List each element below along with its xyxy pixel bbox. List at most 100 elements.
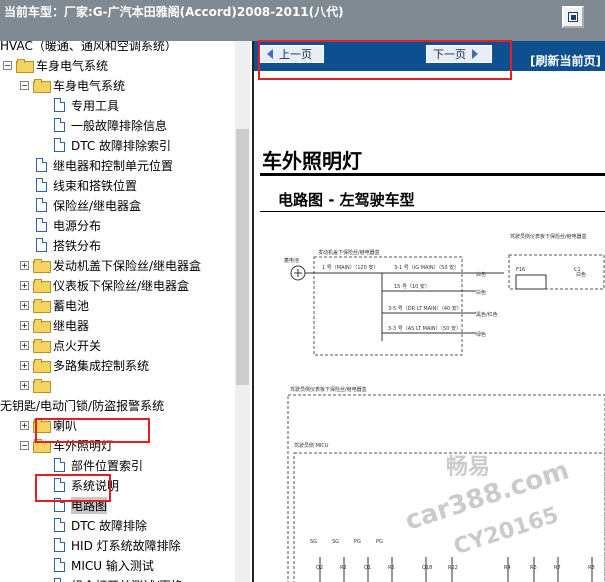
document-icon (36, 178, 47, 192)
arrow-right-icon (472, 49, 478, 59)
tree-item-label: 电源分布 (53, 218, 102, 233)
document-icon (36, 218, 47, 232)
document-icon (54, 518, 65, 532)
tree-item[interactable]: 专用工具 (54, 95, 119, 115)
tree-item[interactable]: − 车身电气系统 (3, 55, 108, 75)
arrow-left-icon (267, 49, 273, 59)
tree-item[interactable]: + 发动机盖下保险丝/继电器盒 (20, 255, 201, 275)
next-page-button[interactable]: 下一页 (426, 45, 492, 63)
tree-item[interactable]: + 点火开关 (20, 335, 101, 355)
expand-icon[interactable]: + (20, 340, 29, 350)
tree-item-label: 搭铁分布 (53, 238, 102, 253)
folder-icon (33, 339, 51, 353)
expand-icon[interactable]: + (20, 380, 29, 390)
document-icon (54, 498, 65, 512)
pin-label: R22 (448, 565, 458, 571)
document-icon (54, 138, 65, 152)
tree-item-label: 继电器和控制单元位置 (53, 158, 174, 173)
tree-item[interactable]: DTC 故障排除索引 (54, 135, 171, 155)
pin-label: R6 (530, 565, 537, 571)
tree-item-label: 线束和搭铁位置 (53, 178, 138, 193)
tree-item-label: 车外照明灯 (53, 438, 114, 453)
tree-item-label: HID 灯系统故障排除 (71, 538, 181, 553)
tree-item-label: 仪表板下保险丝/继电器盒 (53, 278, 190, 293)
tree-item[interactable]: + 继电器 (20, 315, 89, 335)
tree-scrollbar[interactable] (235, 41, 250, 582)
micu-label: 驾驶员侧 MICU (294, 442, 329, 449)
expand-icon[interactable]: + (20, 420, 29, 430)
wire-white-2: 白色 (476, 289, 486, 296)
tree-item[interactable]: 电路图 (54, 495, 108, 515)
folder-icon (33, 259, 51, 273)
collapse-icon[interactable]: − (3, 60, 12, 70)
tree-item[interactable]: 一般故障排除信息 (54, 115, 167, 135)
wire-white-1: 白色 (476, 271, 486, 278)
pin-label: R2 (340, 565, 347, 571)
pin-label: R4 (504, 565, 511, 571)
tree-item[interactable]: + 仪表板下保险丝/继电器盒 (20, 275, 189, 295)
tree-item[interactable]: + 喇叭 (20, 415, 77, 435)
tree-item[interactable]: 部件位置索引 (54, 455, 143, 475)
tree-item[interactable]: MICU 输入测试 (54, 555, 154, 575)
tree-item[interactable]: + (20, 375, 53, 395)
tree-item-label: HVAC（暖通、通风和空调系统） (0, 41, 177, 53)
box2-label: 驾驶员侧仪表板下保险丝/继电器盒 (510, 233, 587, 240)
folder-open-icon (16, 59, 34, 73)
tree-item-label: 一般故障排除信息 (71, 118, 168, 133)
tree-item-label: 专用工具 (71, 98, 120, 113)
tree-item-label: 蓄电池 (53, 298, 90, 313)
wire-black-red: 黑色/红色 (476, 311, 498, 318)
connector-label: PG (354, 539, 361, 545)
document-icon (54, 578, 65, 582)
collapse-icon[interactable]: − (20, 80, 29, 90)
subtitle-divider (260, 211, 605, 212)
tree-item[interactable]: 继电器和控制单元位置 (36, 155, 173, 175)
tree-item[interactable]: + 蓄电池 (20, 295, 89, 315)
document-icon (36, 158, 47, 172)
tree-item[interactable]: HID 灯系统故障排除 (54, 535, 181, 555)
tree-item[interactable]: 系统说明 (54, 475, 119, 495)
tree-item[interactable]: − 车身电气系统 (20, 75, 125, 95)
folder-open-icon (33, 79, 51, 93)
document-navbar: 上一页 下一页 [刷新当前页] (254, 41, 605, 71)
expand-icon[interactable]: + (20, 320, 29, 330)
document-pane: 上一页 下一页 [刷新当前页] 车外照明灯 电路图 - 左驾驶车型 发动机盖下保… (252, 41, 605, 582)
tree-item-label: 电路图 (71, 496, 108, 514)
next-page-label: 下一页 (433, 48, 466, 61)
tree-scrollbar-thumb[interactable] (236, 129, 249, 385)
watermark-line1: 畅易 (446, 455, 491, 480)
expand-icon[interactable]: + (20, 360, 29, 370)
expand-icon[interactable]: + (20, 260, 29, 270)
tree-item[interactable]: 线束和搭铁位置 (36, 175, 137, 195)
tree-item-label: 多路集成控制系统 (53, 358, 150, 373)
document-icon (54, 458, 65, 472)
tree-item[interactable]: DTC 故障排除 (54, 515, 147, 535)
tree-item-label: 喇叭 (53, 418, 78, 433)
tree-item-label: DTC 故障排除索引 (71, 138, 172, 153)
tree-item[interactable]: − 车外照明灯 (20, 435, 113, 455)
refresh-page-link[interactable]: [刷新当前页] (530, 52, 601, 69)
tree-item[interactable]: 保险丝/继电器盒 (36, 195, 141, 215)
document-icon (54, 118, 65, 132)
tree-item[interactable]: HVAC（暖通、通风和空调系统） (0, 41, 177, 55)
window-title: 当前车型：厂家:G-广汽本田雅阁(Accord)2008-2011(八代) (4, 5, 344, 19)
navigation-tree: HVAC（暖通、通风和空调系统） − 车身电气系统 − 车身电气系统专用工具一般故障排除… (0, 41, 235, 582)
tree-item-label: 部件位置索引 (71, 458, 144, 473)
folder-icon (33, 299, 51, 313)
wire-green: 绿色 (476, 331, 486, 338)
tree-item[interactable]: 组合灯开关测试/更换 (54, 575, 183, 582)
tree-item[interactable]: 电源分布 (36, 215, 101, 235)
fuse2-label: 3-1 号（IG MAIN）（50 安） (394, 264, 459, 271)
collapse-icon[interactable]: − (20, 440, 29, 450)
window-restore-icon[interactable] (562, 6, 584, 28)
prev-page-label: 上一页 (279, 48, 312, 61)
tree-item[interactable]: 无钥匙/电动门锁/防盗报警系统 (0, 395, 164, 415)
tree-item[interactable]: 搭铁分布 (36, 235, 101, 255)
tree-item[interactable]: + 多路集成控制系统 (20, 355, 149, 375)
prev-page-button[interactable]: 上一页 (260, 45, 324, 63)
fuse3-label: 15 号（10 安） (394, 283, 430, 290)
expand-icon[interactable]: + (20, 280, 29, 290)
wire-white-3: 白色 (576, 271, 586, 278)
connector-label: SG (332, 539, 339, 545)
expand-icon[interactable]: + (20, 300, 29, 310)
